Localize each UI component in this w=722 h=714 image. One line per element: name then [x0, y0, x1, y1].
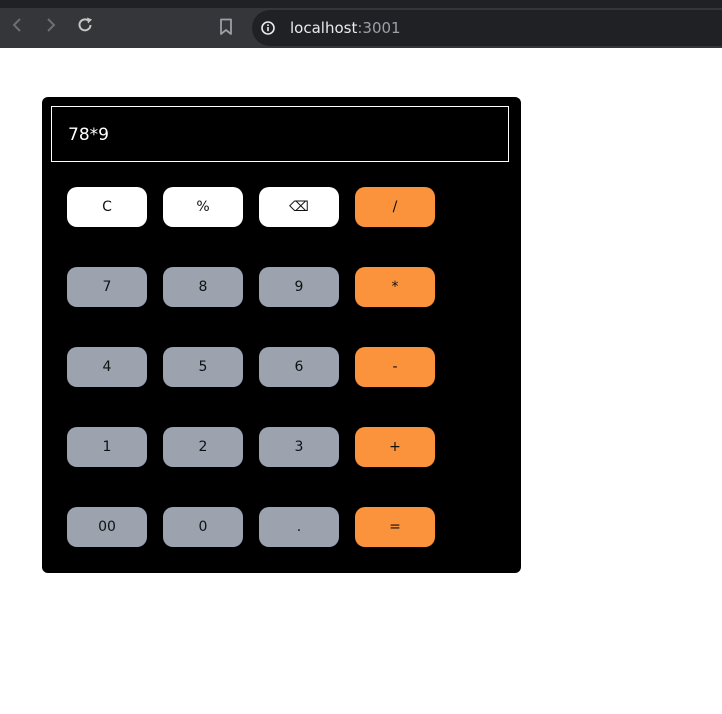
add-button[interactable]: +: [355, 427, 435, 467]
back-arrow-icon[interactable]: [6, 14, 28, 36]
multiply-button[interactable]: *: [355, 267, 435, 307]
info-icon[interactable]: [261, 21, 275, 35]
digit-7-button[interactable]: 7: [67, 267, 147, 307]
url-host: localhost: [290, 19, 358, 37]
url-text: localhost:3001: [290, 19, 401, 37]
bookmark-icon[interactable]: [219, 18, 237, 38]
subtract-button[interactable]: -: [355, 347, 435, 387]
page-content: 78*9 C% ⌫/7 8 9 * 4 5 6-1 2 3 +00 0. =: [0, 48, 722, 714]
reload-icon[interactable]: [74, 14, 96, 36]
digit-1-button[interactable]: 1: [67, 427, 147, 467]
digit-8-button[interactable]: 8: [163, 267, 243, 307]
decimal-button[interactable]: .: [259, 507, 339, 547]
calculator-display: 78*9: [51, 106, 509, 162]
digit-3-button[interactable]: 3: [259, 427, 339, 467]
backspace-button[interactable]: ⌫: [259, 187, 339, 227]
digit-4-button[interactable]: 4: [67, 347, 147, 387]
forward-arrow-icon[interactable]: [40, 14, 62, 36]
digit-6-button[interactable]: 6: [259, 347, 339, 387]
url-port: :3001: [357, 19, 401, 37]
digit-2-button[interactable]: 2: [163, 427, 243, 467]
divide-button[interactable]: /: [355, 187, 435, 227]
clear-button[interactable]: C: [67, 187, 147, 227]
browser-toolbar: localhost:3001: [0, 0, 722, 48]
digit-9-button[interactable]: 9: [259, 267, 339, 307]
percent-button[interactable]: %: [163, 187, 243, 227]
calculator: 78*9 C% ⌫/7 8 9 * 4 5 6-1 2 3 +00 0. =: [42, 97, 521, 573]
equals-button[interactable]: =: [355, 507, 435, 547]
digit-5-button[interactable]: 5: [163, 347, 243, 387]
digit-0-button[interactable]: 0: [163, 507, 243, 547]
address-bar[interactable]: localhost:3001: [252, 10, 722, 46]
double-zero-button[interactable]: 00: [67, 507, 147, 547]
browser-tab-strip: [0, 0, 722, 8]
